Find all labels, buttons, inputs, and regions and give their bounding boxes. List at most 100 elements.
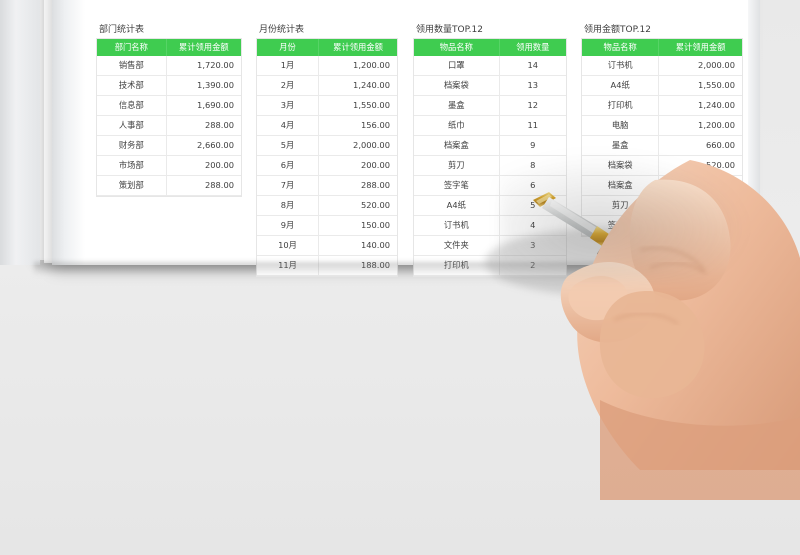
cell-item-amount: 2,000.00 [658,56,742,76]
cell-item-qty: 9 [499,135,566,156]
cell-item-amount: 1,200.00 [658,115,742,136]
department-table-block: 部门统计表 部门名称 累计领用金额 销售部 1,720.00 技术部 1,390.0… [97,22,241,196]
cell-item-qty: 12 [499,95,566,116]
table-row: 签字笔 [582,215,742,236]
paper-drop-shadow [34,262,750,276]
col-header-item-name: 物品名称 [582,39,660,56]
table-row: 市场部 200.00 [97,155,241,176]
col-header-month-amount: 累计领用金额 [318,39,397,56]
table-row: 档案盒 288.00 [582,175,742,196]
table-row: 策划部 288.00 [97,175,241,196]
cell-item-qty: 14 [499,56,566,76]
department-table: 部门名称 累计领用金额 销售部 1,720.00 技术部 1,390.00 信息部 1… [97,39,241,196]
cell-dept-amount: 288.00 [166,175,241,196]
cell-item-name: 打印机 [582,95,660,116]
cell-item-qty: 11 [499,115,566,136]
cell-dept-name: 信息部 [97,95,167,116]
table-row: 7月 288.00 [257,175,397,196]
cell-month: 4月 [257,115,320,136]
table-row: 1月 1,200.00 [257,56,397,76]
cell-item-name: 档案袋 [414,75,500,96]
col-header-dept-amount: 累计领用金额 [166,39,241,56]
cell-month-amount: 2,000.00 [318,135,397,156]
photo-stage: 500.00 销售部 技术部 信息部 人事部 财务部 市场部 [0,0,800,555]
table-row: 10月 140.00 [257,235,397,256]
cell-item-name: 剪刀 [414,155,500,176]
month-table-block: 月份统计表 月份 累计领用金额 1月 1,200.00 2月 1,240.00 3月… [257,22,397,276]
cell-item-name: 签字笔 [414,175,500,196]
cell-dept-amount: 1,390.00 [166,75,241,96]
cell-month: 1月 [257,56,320,76]
table-row: 信息部 1,690.00 [97,95,241,116]
cell-dept-name: 人事部 [97,115,167,136]
cell-item-name: 档案盒 [582,175,660,196]
cell-item-name: 文件夹 [414,235,500,256]
cell-dept-name: 销售部 [97,56,167,76]
cell-item-qty: 4 [499,215,566,236]
cell-month: 8月 [257,195,320,216]
cell-month-amount: 150.00 [318,215,397,236]
cell-month-amount: 1,240.00 [318,75,397,96]
table-row: 8月 520.00 [257,195,397,216]
cell-item-qty: 13 [499,75,566,96]
cell-item-name: 签字笔 [582,215,660,236]
table-row: 剪刀 [582,195,742,216]
table-row: 档案盒 9 [414,135,566,156]
cell-item-name: A4纸 [582,75,660,96]
table-row: 3月 1,550.00 [257,95,397,116]
table-row: 6月 200.00 [257,155,397,176]
cell-item-name: 订书机 [582,56,660,76]
table-row: 签字笔 6 [414,175,566,196]
cell-month: 2月 [257,75,320,96]
qty-top-table: 物品名称 领用数量 口罩 14 档案袋 13 墨盒 12 纸巾 11 档案盒 9 剪刀 8 … [414,39,566,276]
cell-dept-name: 市场部 [97,155,167,176]
cell-item-amount: 520.00 [658,155,742,176]
cell-month: 7月 [257,175,320,196]
charts-row: 500.00 销售部 技术部 信息部 人事部 财务部 市场部 [52,0,748,10]
cell-month: 10月 [257,235,320,256]
cell-item-name: 档案盒 [414,135,500,156]
cell-dept-amount: 1,720.00 [166,56,241,76]
cell-item-name: 口罩 [414,56,500,76]
table-row: 墨盒 660.00 [582,135,742,156]
cell-item-name: 墨盒 [582,135,660,156]
page-edge-right [748,0,760,266]
cell-month-amount: 156.00 [318,115,397,136]
amount-top-table-block: 领用金额TOP.12 物品名称 累计领用金额 订书机 2,000.00 A4纸 1,… [582,22,742,236]
table-row: 人事部 288.00 [97,115,241,136]
table-row: 财务部 2,660.00 [97,135,241,156]
cell-item-amount [658,195,742,216]
qty-top-table-title: 领用数量TOP.12 [416,25,483,35]
cell-month: 5月 [257,135,320,156]
month-table-title: 月份统计表 [259,25,305,35]
table-row: A4纸 5 [414,195,566,216]
cell-dept-amount: 200.00 [166,155,241,176]
cell-month: 6月 [257,155,320,176]
cell-item-amount: 1,550.00 [658,75,742,96]
cell-dept-amount: 1,690.00 [166,95,241,116]
amount-top-table-title: 领用金额TOP.12 [584,25,651,35]
cell-item-name: 墨盒 [414,95,500,116]
cell-dept-name: 财务部 [97,135,167,156]
table-row: 4月 156.00 [257,115,397,136]
department-bar-chart: 500.00 销售部 技术部 信息部 人事部 财务部 市场部 [74,0,266,6]
cell-item-name: 电脑 [582,115,660,136]
cell-item-qty: 8 [499,155,566,176]
cell-month-amount: 288.00 [318,175,397,196]
cell-month: 3月 [257,95,320,116]
cell-item-qty: 3 [499,235,566,256]
table-header-row: 物品名称 累计领用金额 [582,39,742,56]
cell-item-amount: 660.00 [658,135,742,156]
table-row: 订书机 4 [414,215,566,236]
table-header-row: 月份 累计领用金额 [257,39,397,56]
col-header-item-name: 物品名称 [414,39,500,56]
cell-month: 9月 [257,215,320,236]
cell-dept-name: 技术部 [97,75,167,96]
col-header-item-amount: 累计领用金额 [658,39,742,56]
table-row: 订书机 2,000.00 [582,56,742,76]
cell-item-name: 订书机 [414,215,500,236]
col-header-item-qty: 领用数量 [499,39,566,56]
table-row: 剪刀 8 [414,155,566,176]
cell-month-amount: 200.00 [318,155,397,176]
table-row: 5月 2,000.00 [257,135,397,156]
